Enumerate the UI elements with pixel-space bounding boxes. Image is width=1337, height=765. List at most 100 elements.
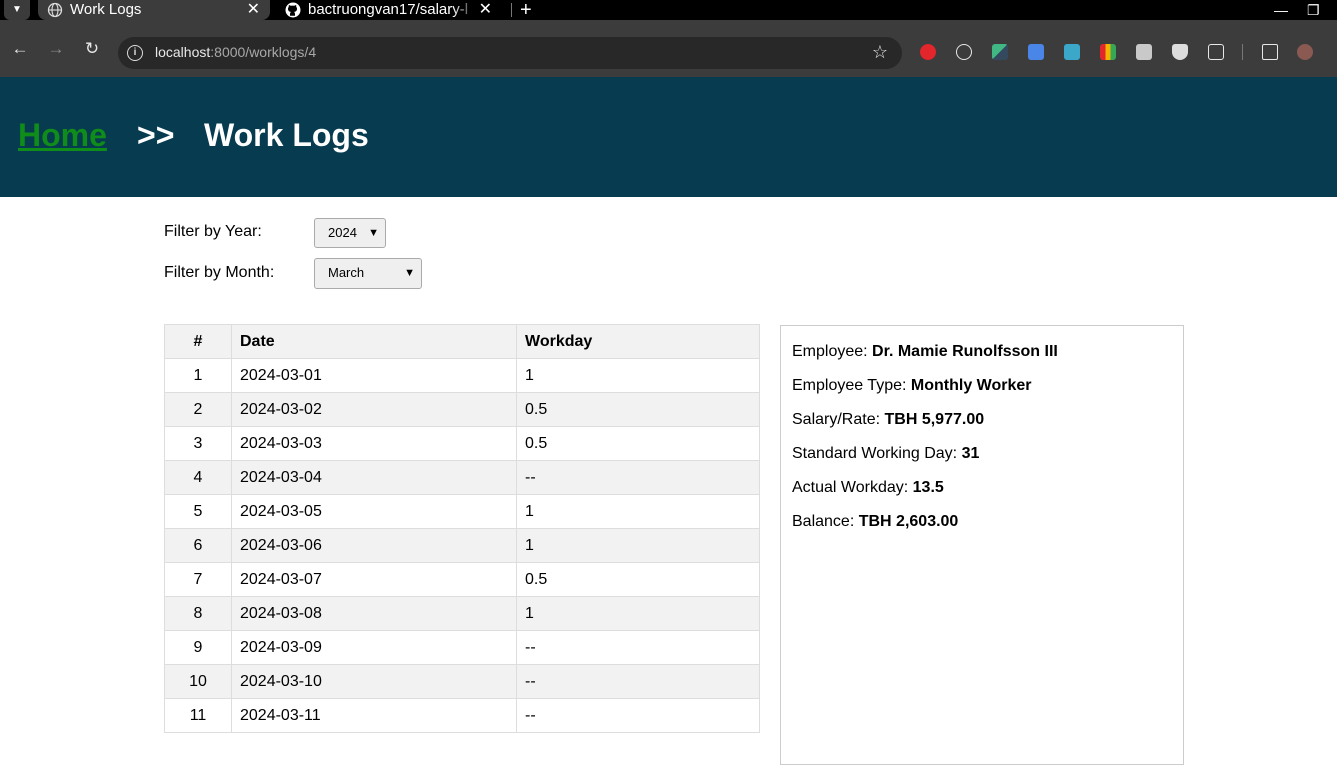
- github-icon: [285, 2, 301, 18]
- row-index: 8: [164, 596, 232, 631]
- actual-workday-value: 13.5: [912, 479, 944, 496]
- close-icon[interactable]: ✕: [247, 0, 260, 20]
- row-index: 11: [164, 698, 232, 733]
- tab-title: bactruongvan17/salary-l: [308, 1, 469, 18]
- row-date: 2024-03-09: [231, 630, 517, 665]
- plus-icon[interactable]: +: [520, 0, 532, 20]
- row-workday: 0.5: [516, 562, 760, 597]
- row-date: 2024-03-01: [231, 358, 517, 393]
- breadcrumb-separator: >>: [137, 117, 175, 153]
- shield-extension-icon[interactable]: [1172, 44, 1188, 60]
- table-row: 4 2024-03-04 --: [164, 460, 760, 495]
- close-icon[interactable]: ✕: [479, 0, 492, 20]
- adblock-extension-icon[interactable]: [920, 44, 936, 60]
- row-date: 2024-03-08: [231, 596, 517, 631]
- employee-line: Employee: Dr. Mamie Runolfsson III: [792, 343, 1058, 361]
- page-header: Home >> Work Logs: [0, 77, 1337, 197]
- profile-avatar[interactable]: [1297, 44, 1313, 60]
- tab-title: Work Logs: [70, 1, 142, 18]
- table-row: 5 2024-03-05 1: [164, 494, 760, 529]
- row-workday: --: [516, 460, 760, 495]
- row-date: 2024-03-06: [231, 528, 517, 563]
- row-workday: --: [516, 698, 760, 733]
- month-select-value: March: [328, 265, 365, 280]
- row-workday: 1: [516, 528, 760, 563]
- chevron-down-icon[interactable]: ▼: [4, 0, 30, 20]
- year-filter-label: Filter by Year:: [164, 223, 262, 240]
- arrow-left-icon[interactable]: ←: [11, 40, 29, 58]
- star-icon[interactable]: ☆: [872, 42, 888, 63]
- chevron-down-icon: ▼: [368, 227, 379, 239]
- employee-label: Employee:: [792, 343, 868, 360]
- column-header-date: Date: [231, 324, 517, 359]
- salary-label: Salary/Rate:: [792, 411, 881, 428]
- side-panel-icon[interactable]: [1262, 44, 1278, 60]
- row-index: 6: [164, 528, 232, 563]
- month-select[interactable]: March ▼: [314, 258, 422, 289]
- url-text[interactable]: localhost:8000/worklogs/4: [155, 44, 316, 60]
- row-date: 2024-03-11: [231, 698, 517, 733]
- salary-line: Salary/Rate: TBH 5,977.00: [792, 411, 984, 429]
- toolbar-divider: [1242, 44, 1243, 60]
- employee-name: Dr. Mamie Runolfsson III: [872, 343, 1058, 360]
- standard-working-day-label: Standard Working Day:: [792, 445, 958, 462]
- google-translate-extension-icon[interactable]: [1028, 44, 1044, 60]
- color-picker-extension-icon[interactable]: [1100, 44, 1116, 60]
- month-filter-label: Filter by Month:: [164, 264, 275, 281]
- tab-strip: ▼ Work Logs ✕ bactruongvan17/salary-l ✕ …: [0, 0, 1337, 20]
- info-icon[interactable]: i: [127, 45, 143, 61]
- home-link[interactable]: Home: [18, 117, 107, 154]
- row-date: 2024-03-05: [231, 494, 517, 529]
- balance-line: Balance: TBH 2,603.00: [792, 513, 958, 531]
- column-header-workday: Workday: [516, 324, 760, 359]
- table-row: 9 2024-03-09 --: [164, 630, 760, 665]
- address-bar[interactable]: i localhost:8000/worklogs/4 ☆: [118, 37, 902, 69]
- dictionary-extension-icon[interactable]: [1064, 44, 1080, 60]
- row-date: 2024-03-10: [231, 664, 517, 699]
- tab-github[interactable]: bactruongvan17/salary-l ✕: [276, 0, 502, 20]
- table-row: 11 2024-03-11 --: [164, 698, 760, 733]
- row-index: 7: [164, 562, 232, 597]
- row-workday: 0.5: [516, 426, 760, 461]
- reload-icon[interactable]: ↻: [83, 40, 101, 58]
- summary-panel: Employee: Dr. Mamie Runolfsson III Emplo…: [780, 325, 1184, 765]
- column-header-index: #: [164, 324, 232, 359]
- balance-label: Balance:: [792, 513, 855, 530]
- table-row: 6 2024-03-06 1: [164, 528, 760, 563]
- table-row: 7 2024-03-07 0.5: [164, 562, 760, 597]
- table-header-row: # Date Workday: [164, 324, 760, 359]
- row-date: 2024-03-03: [231, 426, 517, 461]
- row-workday: 1: [516, 596, 760, 631]
- row-date: 2024-03-02: [231, 392, 517, 427]
- row-date: 2024-03-07: [231, 562, 517, 597]
- year-select-value: 2024: [328, 225, 357, 240]
- row-workday: 1: [516, 494, 760, 529]
- puzzle-icon[interactable]: [1208, 44, 1224, 60]
- tab-work-logs[interactable]: Work Logs ✕: [38, 0, 270, 20]
- row-workday: 1: [516, 358, 760, 393]
- row-workday: 0.5: [516, 392, 760, 427]
- chevron-down-icon: ▼: [404, 267, 415, 279]
- restore-icon[interactable]: ❐: [1307, 0, 1320, 20]
- standard-working-day-value: 31: [961, 445, 980, 462]
- react-devtools-extension-icon[interactable]: [956, 44, 972, 60]
- row-date: 2024-03-04: [231, 460, 517, 495]
- row-index: 1: [164, 358, 232, 393]
- year-select[interactable]: 2024 ▼: [314, 218, 386, 248]
- salary-value: TBH 5,977.00: [884, 411, 985, 428]
- table-row: 1 2024-03-01 1: [164, 358, 760, 393]
- row-index: 4: [164, 460, 232, 495]
- row-index: 5: [164, 494, 232, 529]
- vue-devtools-extension-icon[interactable]: [992, 44, 1008, 60]
- touch-extension-icon[interactable]: [1136, 44, 1152, 60]
- page-title: Work Logs: [204, 117, 369, 153]
- globe-icon: [47, 2, 63, 18]
- table-row: 2 2024-03-02 0.5: [164, 392, 760, 427]
- arrow-right-icon[interactable]: →: [47, 40, 65, 58]
- browser-toolbar: ← → ↻ i localhost:8000/worklogs/4 ☆: [0, 20, 1337, 77]
- employee-type-line: Employee Type: Monthly Worker: [792, 377, 1032, 395]
- row-workday: --: [516, 630, 760, 665]
- row-index: 9: [164, 630, 232, 665]
- minimize-icon[interactable]: —: [1274, 0, 1288, 20]
- employee-type-value: Monthly Worker: [910, 377, 1032, 394]
